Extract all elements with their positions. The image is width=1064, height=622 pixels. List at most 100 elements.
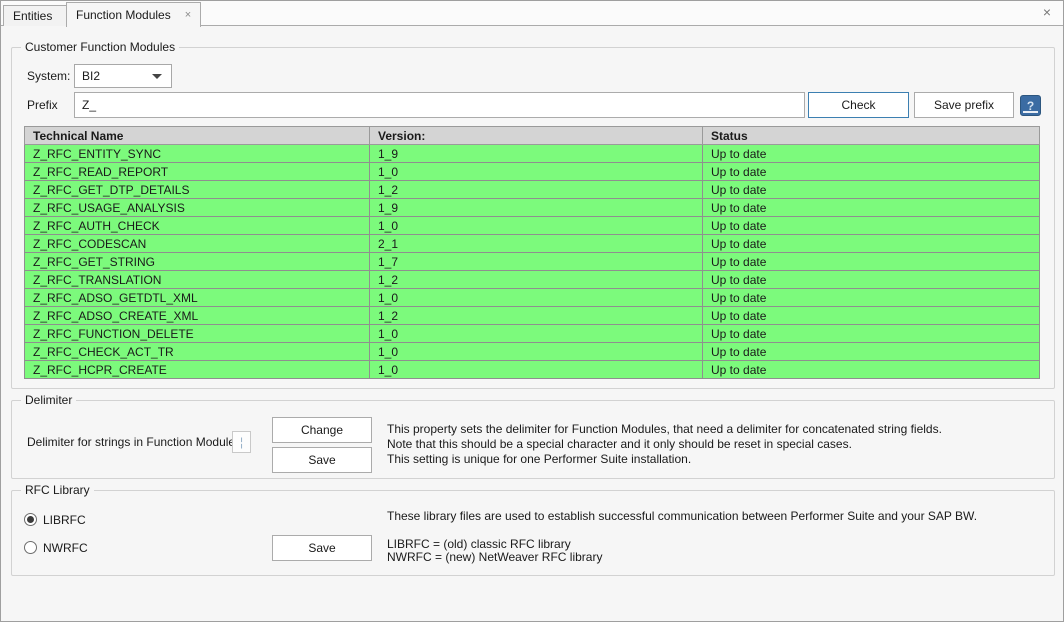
check-button-label: Check	[841, 98, 875, 112]
save-prefix-button-label: Save prefix	[934, 98, 994, 112]
delimiter-value-input[interactable]: ¦	[232, 431, 251, 453]
function-modules-table-body: Z_RFC_ENTITY_SYNC1_9Up to dateZ_RFC_READ…	[25, 145, 1040, 379]
table-row[interactable]: Z_RFC_GET_STRING1_7Up to date	[25, 253, 1040, 271]
status-cell: Up to date	[703, 145, 1040, 163]
status-cell: Up to date	[703, 271, 1040, 289]
rfc-library-group-title: RFC Library	[21, 483, 94, 497]
table-row[interactable]: Z_RFC_ADSO_CREATE_XML1_2Up to date	[25, 307, 1040, 325]
column-header-status[interactable]: Status	[703, 127, 1040, 145]
table-row[interactable]: Z_RFC_ENTITY_SYNC1_9Up to date	[25, 145, 1040, 163]
status-cell: Up to date	[703, 289, 1040, 307]
technical-name-cell: Z_RFC_ADSO_GETDTL_XML	[25, 289, 370, 307]
technical-name-cell: Z_RFC_GET_DTP_DETAILS	[25, 181, 370, 199]
technical-name-cell: Z_RFC_CODESCAN	[25, 235, 370, 253]
table-row[interactable]: Z_RFC_ADSO_GETDTL_XML1_0Up to date	[25, 289, 1040, 307]
table-row[interactable]: Z_RFC_CODESCAN2_1Up to date	[25, 235, 1040, 253]
column-header-version[interactable]: Version:	[370, 127, 703, 145]
technical-name-cell: Z_RFC_ENTITY_SYNC	[25, 145, 370, 163]
delimiter-group-title: Delimiter	[21, 393, 76, 407]
technical-name-cell: Z_RFC_AUTH_CHECK	[25, 217, 370, 235]
version-cell: 1_2	[370, 181, 703, 199]
window-close-icon[interactable]: ×	[1043, 5, 1051, 19]
system-dropdown-value: BI2	[82, 69, 100, 83]
rfc-library-group: RFC Library LIBRFCNWRFC Save These libra…	[11, 490, 1055, 576]
version-cell: 1_0	[370, 343, 703, 361]
tab-function-modules-close-icon[interactable]: ×	[185, 10, 191, 21]
delimiter-label: Delimiter for strings in Function Module…	[27, 435, 241, 449]
rfc-description-intro: These library files are used to establis…	[387, 510, 977, 523]
delimiter-save-button[interactable]: Save	[272, 447, 372, 473]
technical-name-cell: Z_RFC_FUNCTION_DELETE	[25, 325, 370, 343]
delimiter-description-line: Note that this should be a special chara…	[387, 437, 942, 452]
delimiter-description-line: This property sets the delimiter for Fun…	[387, 422, 942, 437]
rfc-option-nwrfc[interactable]: NWRFC	[24, 540, 88, 555]
chevron-down-icon	[152, 74, 162, 79]
system-label: System:	[27, 69, 70, 83]
check-button[interactable]: Check	[808, 92, 909, 118]
rfc-save-button[interactable]: Save	[272, 535, 372, 561]
status-cell: Up to date	[703, 235, 1040, 253]
table-row[interactable]: Z_RFC_AUTH_CHECK1_0Up to date	[25, 217, 1040, 235]
version-cell: 1_0	[370, 217, 703, 235]
delimiter-value: ¦	[240, 435, 243, 449]
status-cell: Up to date	[703, 217, 1040, 235]
technical-name-cell: Z_RFC_READ_REPORT	[25, 163, 370, 181]
column-header-technical-name[interactable]: Technical Name	[25, 127, 370, 145]
function-modules-table: Technical Name Version: Status Z_RFC_ENT…	[24, 126, 1040, 379]
table-header-row: Technical Name Version: Status	[25, 127, 1040, 145]
table-row[interactable]: Z_RFC_HCPR_CREATE1_0Up to date	[25, 361, 1040, 379]
status-cell: Up to date	[703, 199, 1040, 217]
technical-name-cell: Z_RFC_ADSO_CREATE_XML	[25, 307, 370, 325]
version-cell: 2_1	[370, 235, 703, 253]
technical-name-cell: Z_RFC_TRANSLATION	[25, 271, 370, 289]
prefix-input[interactable]: Z_	[74, 92, 805, 118]
technical-name-cell: Z_RFC_CHECK_ACT_TR	[25, 343, 370, 361]
radio-icon[interactable]	[24, 541, 37, 554]
save-prefix-button[interactable]: Save prefix	[914, 92, 1014, 118]
version-cell: 1_2	[370, 271, 703, 289]
table-row[interactable]: Z_RFC_GET_DTP_DETAILS1_2Up to date	[25, 181, 1040, 199]
version-cell: 1_0	[370, 361, 703, 379]
tab-function-modules[interactable]: Function Modules ×	[66, 2, 201, 27]
table-row[interactable]: Z_RFC_TRANSLATION1_2Up to date	[25, 271, 1040, 289]
status-cell: Up to date	[703, 307, 1040, 325]
tab-entities-label: Entities	[13, 9, 52, 23]
tab-function-modules-label: Function Modules	[76, 8, 171, 22]
delimiter-save-button-label: Save	[308, 453, 335, 467]
table-row[interactable]: Z_RFC_CHECK_ACT_TR1_0Up to date	[25, 343, 1040, 361]
version-cell: 1_9	[370, 199, 703, 217]
rfc-save-button-label: Save	[308, 541, 335, 555]
customer-function-modules-group: Customer Function Modules System: BI2 Pr…	[11, 47, 1055, 389]
table-row[interactable]: Z_RFC_USAGE_ANALYSIS1_9Up to date	[25, 199, 1040, 217]
customer-function-modules-title: Customer Function Modules	[21, 40, 179, 54]
technical-name-cell: Z_RFC_USAGE_ANALYSIS	[25, 199, 370, 217]
status-cell: Up to date	[703, 325, 1040, 343]
delimiter-description-line: This setting is unique for one Performer…	[387, 452, 942, 467]
status-cell: Up to date	[703, 343, 1040, 361]
rfc-description-lines: LIBRFC = (old) classic RFC library NWRFC…	[387, 538, 602, 564]
technical-name-cell: Z_RFC_GET_STRING	[25, 253, 370, 271]
prefix-label: Prefix	[27, 98, 58, 112]
version-cell: 1_9	[370, 145, 703, 163]
status-cell: Up to date	[703, 361, 1040, 379]
table-row[interactable]: Z_RFC_READ_REPORT1_0Up to date	[25, 163, 1040, 181]
version-cell: 1_0	[370, 325, 703, 343]
version-cell: 1_7	[370, 253, 703, 271]
help-icon-glyph: ?	[1027, 99, 1034, 113]
version-cell: 1_0	[370, 163, 703, 181]
delimiter-description: This property sets the delimiter for Fun…	[387, 422, 942, 467]
help-icon[interactable]: ?	[1020, 95, 1041, 116]
status-cell: Up to date	[703, 163, 1040, 181]
delimiter-change-button[interactable]: Change	[272, 417, 372, 443]
function-modules-window: Entities × Function Modules × × Customer…	[0, 0, 1064, 622]
rfc-description-intro-line: These library files are used to establis…	[387, 510, 977, 523]
delimiter-group: Delimiter Delimiter for strings in Funct…	[11, 400, 1055, 479]
status-cell: Up to date	[703, 181, 1040, 199]
prefix-input-value: Z_	[82, 98, 96, 112]
tab-bar: Entities × Function Modules × ×	[1, 1, 1063, 26]
radio-icon[interactable]	[24, 513, 37, 526]
table-row[interactable]: Z_RFC_FUNCTION_DELETE1_0Up to date	[25, 325, 1040, 343]
rfc-description-line: NWRFC = (new) NetWeaver RFC library	[387, 551, 602, 564]
rfc-option-librfc[interactable]: LIBRFC	[24, 512, 88, 527]
system-dropdown[interactable]: BI2	[74, 64, 172, 88]
